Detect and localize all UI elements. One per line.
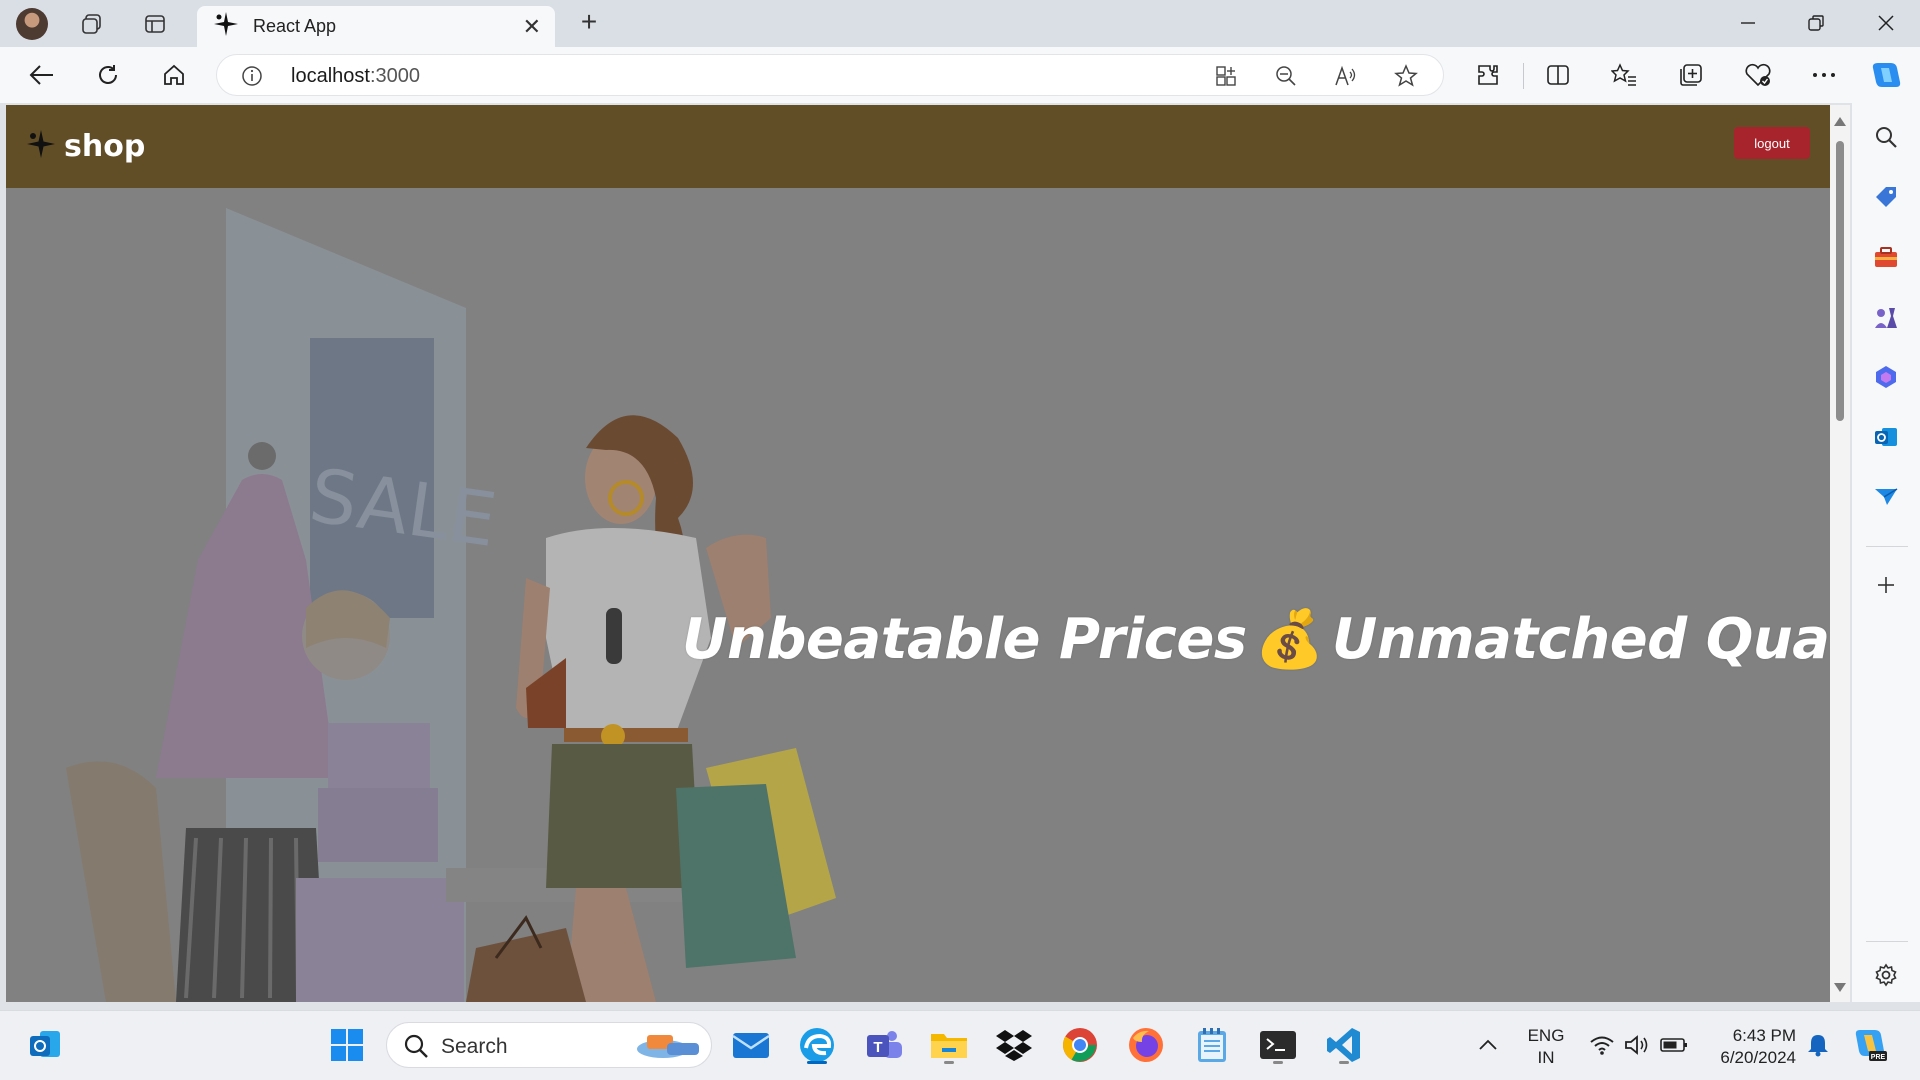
sidebar-shopping-tag-icon[interactable] — [1866, 177, 1906, 217]
taskbar-search-icon — [403, 1033, 429, 1064]
home-button[interactable] — [154, 57, 194, 93]
hero-headline-part1: Unbeatable Prices — [682, 607, 1247, 672]
hero-headline-part2: Unmatched Quality — [1331, 607, 1830, 672]
url-text[interactable]: localhost:3000 — [291, 65, 420, 88]
edge-sidebar — [1852, 103, 1920, 1002]
back-button[interactable] — [22, 57, 62, 93]
sparkle-logo-icon — [26, 129, 56, 164]
sidebar-divider — [1866, 546, 1908, 547]
battery-icon[interactable] — [1652, 1023, 1696, 1067]
file-explorer-icon[interactable] — [927, 1023, 971, 1067]
more-menu-icon[interactable] — [1804, 57, 1844, 93]
vscode-running-indicator — [1339, 1061, 1349, 1064]
sidebar-microsoft365-icon[interactable] — [1866, 357, 1906, 397]
sidebar-send-icon[interactable] — [1866, 477, 1906, 517]
svg-text:T: T — [873, 1039, 882, 1056]
hero-headline: Unbeatable Prices💰Unmatched Quality — [682, 606, 1830, 672]
brand-name: shop — [64, 129, 146, 164]
sidebar-tools-icon[interactable] — [1866, 237, 1906, 277]
react-app-favicon-icon — [213, 11, 239, 42]
new-tab-button[interactable]: + — [574, 6, 604, 38]
workspaces-icon[interactable] — [75, 8, 109, 40]
clock-time: 6:43 PM — [1732, 1026, 1796, 1045]
input-language-indicator[interactable]: ENG IN — [1516, 1025, 1576, 1069]
tab-title: React App — [253, 16, 337, 36]
notepad-app-icon[interactable] — [1190, 1023, 1234, 1067]
sidebar-add-icon[interactable] — [1866, 565, 1906, 605]
hero-banner: SALE Unbeatable Prices 💰 Unmatched Qua — [6, 188, 1830, 1002]
page-scrollbar[interactable] — [1830, 105, 1850, 1002]
teams-app-icon[interactable]: T — [862, 1023, 906, 1067]
sidebar-games-icon[interactable] — [1866, 297, 1906, 337]
read-aloud-icon[interactable] — [1329, 60, 1363, 92]
toolbar-divider — [1523, 63, 1524, 89]
search-highlight-icon — [633, 1029, 703, 1068]
shopping-illustration: SALE — [6, 188, 1830, 1002]
money-bag-icon: 💰 — [1254, 607, 1325, 672]
brand-logo[interactable]: shop — [26, 129, 145, 164]
clock-date: 6/20/2024 — [1720, 1048, 1796, 1067]
edge-active-indicator — [807, 1061, 827, 1064]
dropbox-icon[interactable] — [992, 1023, 1036, 1067]
favorite-star-icon[interactable] — [1389, 60, 1423, 92]
minimize-button[interactable] — [1728, 8, 1768, 38]
restore-button[interactable] — [1796, 8, 1836, 38]
browser-tab-bar: React App ✕ + — [0, 0, 1920, 47]
explorer-running-indicator — [944, 1061, 954, 1064]
url-port: :3000 — [369, 65, 420, 87]
browser-essentials-icon[interactable] — [1738, 57, 1778, 93]
clock[interactable]: 6:43 PM 6/20/2024 — [1696, 1025, 1796, 1069]
language-code: ENG — [1527, 1026, 1565, 1045]
browser-toolbar: localhost:3000 — [0, 47, 1920, 103]
show-hidden-icons-chevron-icon[interactable] — [1466, 1023, 1510, 1067]
copilot-icon[interactable] — [1866, 57, 1906, 93]
sidebar-divider-bottom — [1866, 941, 1908, 942]
profile-avatar[interactable] — [16, 8, 48, 40]
taskbar-search-box[interactable]: Search — [386, 1022, 712, 1068]
terminal-app-icon[interactable] — [1256, 1023, 1300, 1067]
app-header: shop logout — [6, 105, 1830, 188]
edge-browser-icon[interactable] — [795, 1023, 839, 1067]
terminal-running-indicator — [1273, 1061, 1283, 1064]
sidebar-outlook-icon[interactable] — [1866, 417, 1906, 457]
tab-react-app[interactable]: React App ✕ — [197, 6, 555, 47]
outlook-widget-icon[interactable] — [24, 1023, 68, 1067]
close-window-button[interactable] — [1866, 8, 1906, 38]
site-info-icon[interactable] — [235, 60, 269, 92]
collections-icon[interactable] — [1671, 57, 1711, 93]
app-available-icon[interactable] — [1209, 60, 1243, 92]
sidebar-search-icon[interactable] — [1866, 117, 1906, 157]
zoom-out-icon[interactable] — [1269, 60, 1303, 92]
favorites-icon[interactable] — [1604, 57, 1644, 93]
windows-taskbar: Search T ENG IN 6:43 PM 6/20/2024 PRE — [0, 1010, 1920, 1080]
page-viewport: shop logout SALE Unbeatable Prices 💰 Unm… — [6, 105, 1830, 1002]
region-code: IN — [1537, 1048, 1555, 1067]
refresh-button[interactable] — [88, 57, 128, 93]
split-screen-icon[interactable] — [1538, 57, 1578, 93]
taskbar-search-label: Search — [441, 1035, 508, 1058]
scroll-up-arrow-icon[interactable] — [1834, 117, 1846, 126]
vertical-tabs-icon[interactable] — [138, 8, 172, 40]
vscode-app-icon[interactable] — [1322, 1023, 1366, 1067]
logout-button[interactable]: logout — [1734, 127, 1810, 159]
notification-bell-icon[interactable] — [1796, 1023, 1840, 1067]
scrollbar-thumb[interactable] — [1836, 141, 1844, 421]
extensions-icon[interactable] — [1468, 57, 1508, 93]
url-host: localhost — [291, 65, 370, 87]
firefox-browser-icon[interactable] — [1124, 1023, 1168, 1067]
sidebar-settings-icon[interactable] — [1866, 955, 1906, 995]
windows-start-icon[interactable] — [325, 1023, 369, 1067]
svg-text:PRE: PRE — [1871, 1054, 1886, 1061]
chrome-browser-icon[interactable] — [1058, 1023, 1102, 1067]
close-tab-icon[interactable]: ✕ — [523, 14, 541, 40]
copilot-preview-icon[interactable]: PRE — [1848, 1023, 1892, 1067]
mail-app-icon[interactable] — [729, 1023, 773, 1067]
address-bar[interactable]: localhost:3000 — [216, 54, 1444, 96]
scroll-down-arrow-icon[interactable] — [1834, 983, 1846, 992]
